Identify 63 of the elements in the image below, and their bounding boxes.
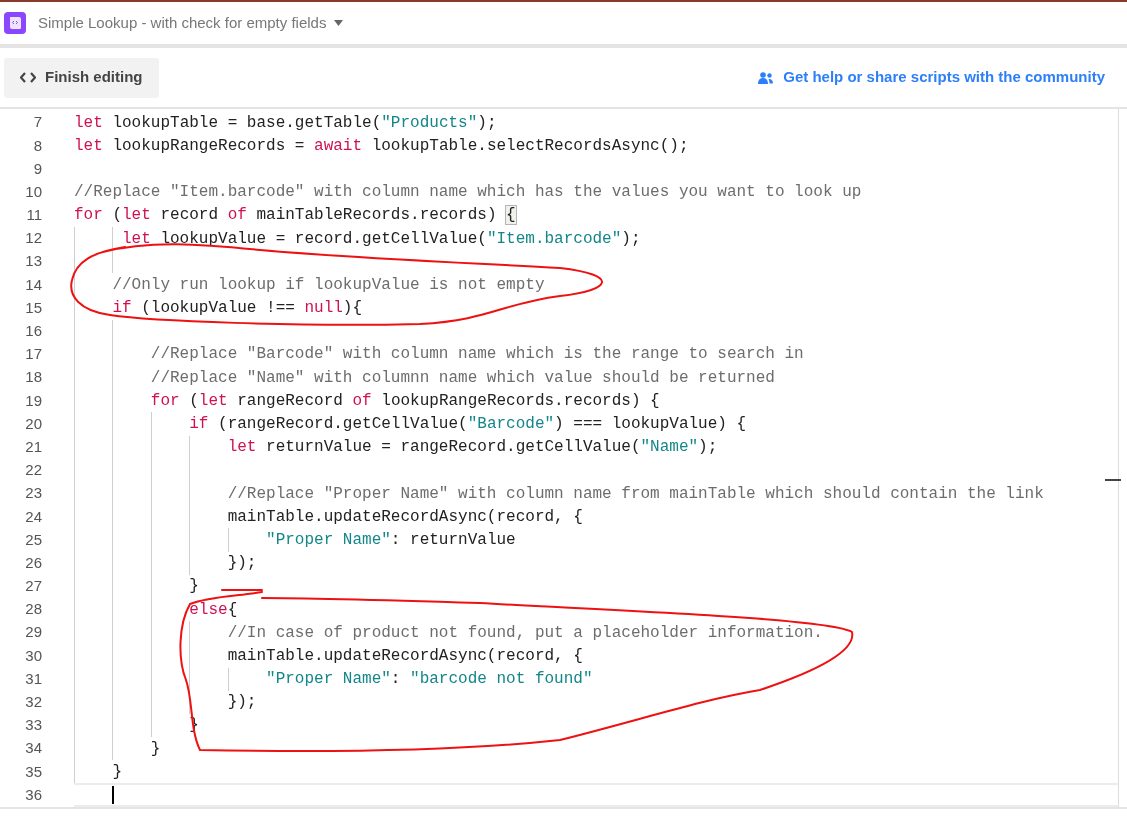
code-comment: //Replace "Barcode" with column name which is the range to search in <box>149 344 804 366</box>
text-cursor <box>112 786 115 804</box>
line-number: 17 <box>24 344 42 365</box>
code-line: }); <box>226 692 257 714</box>
code-line: if (rangeRecord.getCellValue("Barcode") === lookupValue) { <box>188 414 747 436</box>
line-number: 10 <box>24 181 42 202</box>
code-line: } <box>188 576 199 598</box>
community-link[interactable]: Get help or share scripts with the community <box>758 66 1105 89</box>
code-line: mainTable.updateRecordAsync(record, { <box>226 645 583 667</box>
script-title-dropdown[interactable]: Simple Lookup - with check for empty fields <box>34 11 348 35</box>
code-line: for (let record of mainTableRecords.records) { <box>74 205 516 227</box>
line-number: 11 <box>25 205 42 226</box>
code-icon <box>20 72 36 83</box>
code-comment: //Replace "Name" with columnn name which value should be returned <box>149 367 775 389</box>
code-comment: //Replace "Item.barcode" with column name which has the values you want to look up <box>74 182 862 204</box>
line-number: 15 <box>24 297 42 318</box>
line-number: 8 <box>32 135 42 156</box>
line-number: 7 <box>32 112 42 133</box>
line-number: 14 <box>24 274 42 295</box>
line-number: 20 <box>24 413 42 434</box>
code-comment: //In case of product not found, put a placeholder information. <box>226 622 823 644</box>
app-icon <box>4 12 26 34</box>
code-line: mainTable.updateRecordAsync(record, { <box>226 506 583 528</box>
line-number: 16 <box>24 321 42 342</box>
code-comment: //Replace "Proper Name" with column name from mainTable which should contain the link <box>226 483 1044 505</box>
code-line: } <box>111 761 122 783</box>
code-line: let lookupRangeRecords = await lookupTable.selectRecordsAsync(); <box>74 135 689 157</box>
code-comment: //Only run lookup if lookupValue is not empty <box>111 274 545 296</box>
code-line: if (lookupValue !== null){ <box>111 298 363 320</box>
finish-editing-button[interactable]: Finish editing <box>4 57 159 98</box>
line-number: 33 <box>24 715 42 736</box>
line-number: 31 <box>24 668 42 689</box>
line-number: 12 <box>24 228 42 249</box>
line-number: 9 <box>32 158 42 179</box>
line-number: 19 <box>24 390 42 411</box>
caret-icon <box>334 20 344 26</box>
line-number: 34 <box>24 738 42 759</box>
line-number: 29 <box>24 622 42 643</box>
code-line: let lookupValue = record.getCellValue("Item.barcode"); <box>121 228 641 250</box>
line-number: 35 <box>24 761 42 782</box>
code-line: else{ <box>188 599 238 621</box>
code-line: for (let rangeRecord of lookupRangeRecords.records) { <box>149 390 660 412</box>
code-line: let returnValue = rangeRecord.getCellValue("Name"); <box>226 437 718 459</box>
users-icon <box>758 71 774 84</box>
code-line: "Proper Name": returnValue <box>265 529 516 551</box>
line-number: 18 <box>24 367 42 388</box>
line-number: 24 <box>24 506 42 527</box>
code-line: "Proper Name": "barcode not found" <box>265 669 593 691</box>
code-line: } <box>149 738 161 760</box>
scroll-marker <box>1105 479 1121 481</box>
code-line: let lookupTable = base.getTable("Products"); <box>74 112 497 134</box>
line-number: 27 <box>24 576 42 597</box>
line-number: 22 <box>24 460 42 481</box>
line-number: 30 <box>24 645 42 666</box>
line-number: 26 <box>24 552 42 573</box>
code-line: }); <box>226 553 257 575</box>
line-number: 25 <box>24 529 42 550</box>
line-number: 28 <box>24 599 42 620</box>
line-number: 23 <box>24 483 42 504</box>
line-number: 32 <box>24 692 42 713</box>
line-number: 36 <box>24 784 42 805</box>
line-number: 21 <box>24 436 42 457</box>
line-number: 13 <box>24 251 42 272</box>
